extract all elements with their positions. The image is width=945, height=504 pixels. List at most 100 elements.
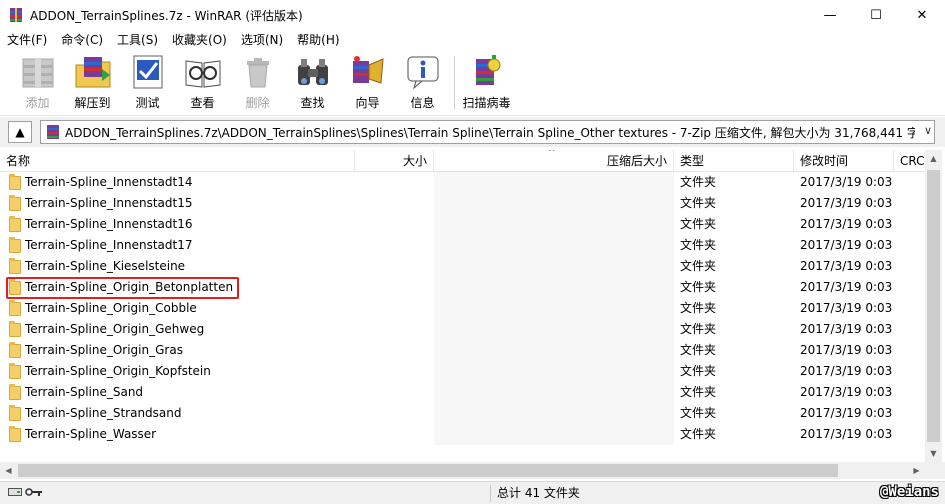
menu-tools[interactable]: 工具(S) [110,30,165,50]
scan-virus-button[interactable]: 扫描病毒 [459,50,514,112]
horizontal-scroll-thumb[interactable] [18,464,838,477]
table-row[interactable]: Terrain-Spline_Sand 文件夹 2017/3/19 0:03 [0,382,925,403]
close-button[interactable]: ✕ [899,0,945,30]
extract-folder-icon [72,53,114,91]
scan-label: 扫描病毒 [462,96,511,110]
archive-icon [45,124,61,140]
table-row[interactable]: Terrain-Spline_Wasser 文件夹 2017/3/19 0:03 [0,424,925,445]
scroll-left-icon[interactable]: ◀ [0,462,17,479]
path-dropdown-icon[interactable]: ∨ [924,124,932,137]
info-button[interactable]: 信息 [395,50,450,112]
extract-to-button[interactable]: 解压到 [65,50,120,112]
file-type: 文件夹 [680,301,717,315]
test-button[interactable]: 测试 [120,50,175,112]
folder-icon [9,362,21,379]
find-button[interactable]: 查找 [285,50,340,112]
folder-icon [9,425,21,442]
table-row[interactable]: Terrain-Spline_Origin_Gehweg 文件夹 2017/3/… [0,319,925,340]
test-archive-icon [127,53,169,91]
column-name[interactable]: 名称 [0,150,355,172]
file-modified: 2017/3/19 0:03 [800,259,893,273]
delete-label: 删除 [245,96,270,110]
file-type: 文件夹 [680,238,717,252]
file-name: Terrain-Spline_Origin_Gehweg [25,322,205,336]
column-modified[interactable]: 修改时间 [794,150,894,172]
file-modified: 2017/3/19 0:03 [800,196,893,210]
table-row[interactable]: Terrain-Spline_Kieselsteine 文件夹 2017/3/1… [0,256,925,277]
file-modified: 2017/3/19 0:03 [800,385,893,399]
vertical-scrollbar[interactable]: ▲ ▼ [925,150,942,462]
menu-favorites[interactable]: 收藏夹(O) [165,30,234,50]
table-row-highlighted[interactable]: Terrain-Spline_Origin_Betonplatten 文件夹 2… [0,277,925,299]
table-row[interactable]: Terrain-Spline_Innenstadt16 文件夹 2017/3/1… [0,214,925,235]
table-row[interactable]: Terrain-Spline_Innenstadt15 文件夹 2017/3/1… [0,193,925,214]
table-row[interactable]: Terrain-Spline_Origin_Gras 文件夹 2017/3/19… [0,340,925,361]
file-list: 名称 大小 压缩后大小 类型 修改时间 CRC ^ Terrain-Spline… [0,150,925,462]
add-button[interactable]: 添加 [10,50,65,112]
wizard-button[interactable]: 向导 [340,50,395,112]
file-name: Terrain-Spline_Innenstadt16 [25,217,193,231]
file-modified: 2017/3/19 0:03 [800,238,893,252]
column-crc[interactable]: CRC [894,150,925,172]
file-type: 文件夹 [680,385,717,399]
column-type[interactable]: 类型 [674,150,794,172]
table-row[interactable]: Terrain-Spline_Innenstadt14 文件夹 2017/3/1… [0,172,925,193]
file-type: 文件夹 [680,343,717,357]
file-type: 文件夹 [680,406,717,420]
delete-button[interactable]: 删除 [230,50,285,112]
add-archive-icon [17,53,59,91]
file-modified: 2017/3/19 0:03 [800,427,893,441]
file-name: Terrain-Spline_Strandsand [25,406,182,420]
file-type: 文件夹 [680,364,717,378]
minimize-button[interactable]: — [807,0,853,30]
folder-icon [9,215,21,232]
table-row[interactable]: Terrain-Spline_Origin_Kopfstein 文件夹 2017… [0,361,925,382]
column-size[interactable]: 大小 [355,150,434,172]
file-name: Terrain-Spline_Innenstadt14 [25,175,193,189]
folder-icon [9,173,21,190]
menu-options[interactable]: 选项(N) [234,30,290,50]
file-type: 文件夹 [680,196,717,210]
file-type: 文件夹 [680,427,717,441]
menu-help[interactable]: 帮助(H) [290,30,346,50]
wizard-label: 向导 [355,96,380,110]
scroll-up-icon[interactable]: ▲ [925,150,942,167]
view-label: 查看 [190,96,215,110]
folder-icon [9,341,21,358]
table-row[interactable]: Terrain-Spline_Innenstadt17 文件夹 2017/3/1… [0,235,925,256]
window-title: ADDON_TerrainSplines.7z - WinRAR (评估版本) [30,8,303,23]
file-modified: 2017/3/19 0:03 [800,364,893,378]
menu-commands[interactable]: 命令(C) [54,30,110,50]
path-field[interactable]: ADDON_TerrainSplines.7z\ADDON_TerrainSpl… [40,120,935,144]
path-text: ADDON_TerrainSplines.7z\ADDON_TerrainSpl… [65,125,915,140]
table-row[interactable]: Terrain-Spline_Origin_Cobble 文件夹 2017/3/… [0,298,925,319]
file-modified: 2017/3/19 0:03 [800,175,893,189]
folder-icon [9,278,21,295]
file-type: 文件夹 [680,280,717,294]
table-row[interactable]: Terrain-Spline_Strandsand 文件夹 2017/3/19 … [0,403,925,424]
info-label: 信息 [410,96,435,110]
delete-trash-icon [237,53,279,91]
file-name: Terrain-Spline_Origin_Cobble [25,301,197,315]
toolbar: 添加 解压到 测试 查看 删除 查找 向导 信息 扫描病毒 [0,50,945,116]
up-folder-button[interactable]: ▲ [8,121,32,143]
scrollbar-corner [925,462,945,479]
file-name: Terrain-Spline_Kieselsteine [25,259,186,273]
key-icon [25,486,43,500]
winrar-app-icon[interactable] [8,7,24,23]
vertical-scroll-thumb[interactable] [927,170,940,442]
view-button[interactable]: 查看 [175,50,230,112]
menu-file[interactable]: 文件(F) [0,30,54,50]
horizontal-scrollbar[interactable]: ◀ ▶ [0,462,925,479]
watermark-text: @Weians [879,484,939,500]
status-bar: 总计 41 文件夹 @Weians [0,481,945,504]
file-name: Terrain-Spline_Innenstadt17 [25,238,193,252]
info-icon [402,53,444,91]
virus-scan-icon [466,53,508,91]
file-modified: 2017/3/19 0:03 [800,301,893,315]
maximize-button[interactable]: ☐ [853,0,899,30]
extract-label: 解压到 [74,96,111,110]
folder-icon [9,236,21,253]
scroll-down-icon[interactable]: ▼ [925,445,942,462]
scroll-right-icon[interactable]: ▶ [908,462,925,479]
